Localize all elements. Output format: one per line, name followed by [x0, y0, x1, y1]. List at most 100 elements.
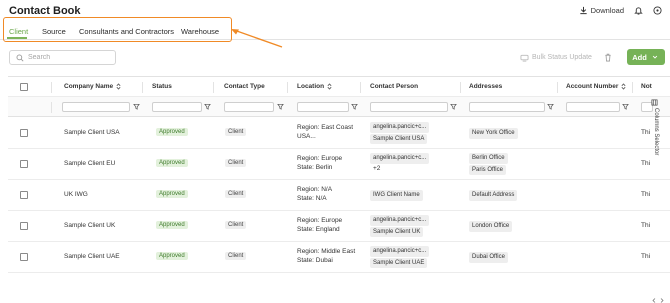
column-header-addresses[interactable]: Addresses: [469, 83, 502, 90]
table-row[interactable]: Sample Client UK Approved Client Region:…: [8, 211, 670, 242]
contact-chip[interactable]: Sample Client UAE: [370, 257, 428, 268]
company-name: Sample Client EU: [64, 160, 116, 167]
filter-input-contact-type[interactable]: [224, 102, 274, 112]
sort-icon: [327, 83, 332, 90]
trash-icon[interactable]: [603, 53, 612, 62]
filter-icon[interactable]: [622, 103, 629, 110]
location-cell: Region: East Coast USA...: [297, 124, 353, 141]
row-checkbox[interactable]: [20, 129, 28, 137]
status-badge: Approved: [156, 190, 188, 198]
status-badge: Approved: [156, 128, 188, 136]
search-input[interactable]: [28, 54, 108, 61]
address-chip[interactable]: Berlin Office: [469, 153, 508, 164]
column-header-account-number[interactable]: Account Number: [566, 83, 626, 90]
column-header-status[interactable]: Status: [152, 83, 172, 90]
search-box[interactable]: [9, 50, 116, 65]
table-row[interactable]: UK IWG Approved Client Region: N/A State…: [8, 180, 670, 211]
contact-chip[interactable]: IWG Client Name: [370, 190, 423, 201]
bell-icon[interactable]: [634, 6, 643, 15]
status-badge: Approved: [156, 221, 188, 229]
filter-input-company-name[interactable]: [62, 102, 130, 112]
addresses-cell: Berlin Office Paris Office: [469, 153, 508, 176]
row-checkbox[interactable]: [20, 253, 28, 261]
location-region: Region: Europe: [297, 155, 343, 162]
scroll-arrows-icon: [652, 298, 664, 303]
address-chip[interactable]: London Office: [469, 221, 513, 232]
contact-chip[interactable]: Sample Client USA: [370, 133, 428, 144]
company-name: UK IWG: [64, 191, 88, 198]
company-name: Sample Client UAE: [64, 253, 120, 260]
contact-type-badge: Client: [225, 252, 247, 260]
row-checkbox[interactable]: [20, 191, 28, 199]
address-chip[interactable]: Paris Office: [469, 164, 506, 175]
filter-input-contact-person[interactable]: [370, 102, 448, 112]
table-filter-row: [8, 97, 670, 117]
notes-cell: Thi: [641, 253, 651, 260]
sort-icon: [116, 83, 121, 90]
filter-input-status[interactable]: [152, 102, 202, 112]
filter-icon[interactable]: [547, 103, 554, 110]
column-label: Contact Person: [370, 83, 419, 90]
search-icon: [15, 53, 24, 62]
columns-icon: [651, 99, 658, 106]
column-label: Account Number: [566, 83, 619, 90]
download-button[interactable]: Download: [579, 6, 624, 15]
address-chip[interactable]: New York Office: [469, 128, 518, 139]
filter-icon[interactable]: [450, 103, 457, 110]
column-header-contact-person[interactable]: Contact Person: [370, 83, 418, 90]
table-row[interactable]: Sample Client USA Approved Client Region…: [8, 118, 670, 149]
contact-chip[interactable]: angelina.pancic+c...: [370, 215, 430, 226]
column-header-notes[interactable]: Not: [641, 83, 652, 90]
addresses-cell: Default Address: [469, 190, 518, 202]
location-region: Region: East Coast: [297, 124, 354, 131]
bulk-status-label: Bulk Status Update: [532, 54, 592, 61]
sort-icon: [621, 83, 626, 90]
column-header-company-name[interactable]: Company Name: [64, 83, 121, 90]
select-all-checkbox[interactable]: [20, 83, 28, 91]
column-divider: [557, 82, 558, 93]
location-cell: Region: Europe State: England: [297, 217, 342, 234]
contact-chip[interactable]: angelina.pancic+c...: [370, 246, 430, 257]
row-checkbox[interactable]: [20, 222, 28, 230]
column-header-contact-type[interactable]: Contact Type: [224, 83, 265, 90]
column-label: Status: [152, 83, 172, 90]
address-chip[interactable]: Dubai Office: [469, 252, 508, 263]
filter-input-location[interactable]: [297, 102, 349, 112]
column-divider: [287, 82, 288, 93]
contact-chip[interactable]: angelina.pancic+c...: [370, 122, 430, 133]
filter-icon[interactable]: [133, 103, 140, 110]
columns-selector-tab[interactable]: Columns Selector: [651, 99, 661, 159]
help-icon[interactable]: [653, 6, 662, 15]
column-divider: [51, 82, 52, 93]
column-divider: [51, 102, 52, 113]
contact-person-cell: angelina.pancic+c... Sample Client UK: [370, 215, 430, 238]
horizontal-scrollbar[interactable]: [652, 298, 664, 303]
location-state: State: Berlin: [297, 163, 333, 171]
download-label: Download: [590, 6, 624, 15]
filter-icon[interactable]: [204, 103, 211, 110]
table-row[interactable]: Sample Client UAE Approved Client Region…: [8, 242, 670, 273]
filter-input-account-number[interactable]: [566, 102, 620, 112]
addresses-cell: New York Office: [469, 128, 518, 140]
filter-input-addresses[interactable]: [469, 102, 545, 112]
chevron-down-icon: [651, 53, 660, 62]
row-checkbox[interactable]: [20, 160, 28, 168]
addresses-cell: London Office: [469, 221, 513, 233]
more-contacts-count[interactable]: +2: [370, 165, 429, 174]
column-divider: [632, 82, 633, 93]
column-header-location[interactable]: Location: [297, 83, 332, 90]
contact-chip[interactable]: Sample Client UK: [370, 226, 424, 237]
download-icon: [579, 6, 588, 15]
filter-icon[interactable]: [351, 103, 358, 110]
highlight-box: [3, 17, 232, 42]
bulk-status-update-button[interactable]: Bulk Status Update: [520, 53, 592, 62]
add-button[interactable]: Add: [627, 49, 665, 65]
location-cell: Region: N/A State: N/A: [297, 186, 332, 203]
location-state: State: England: [297, 225, 340, 233]
table-row[interactable]: Sample Client EU Approved Client Region:…: [8, 149, 670, 180]
location-region: Region: Middle East: [297, 248, 356, 255]
toolbar: Bulk Status Update Add: [0, 46, 670, 70]
address-chip[interactable]: Default Address: [469, 190, 518, 201]
filter-icon[interactable]: [277, 103, 284, 110]
contact-chip[interactable]: angelina.pancic+c...: [370, 153, 430, 164]
